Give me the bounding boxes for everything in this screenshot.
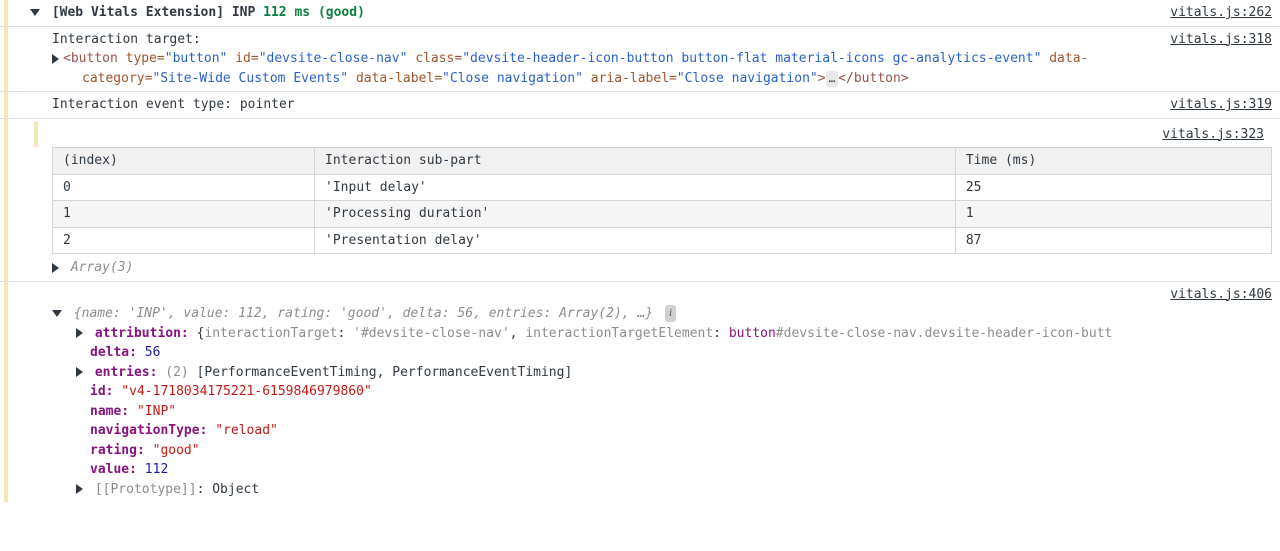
table-row: 0 'Input delay' 25: [53, 174, 1272, 201]
source-link[interactable]: vitals.js:262: [1170, 3, 1272, 23]
table-header-row: (index) Interaction sub-part Time (ms): [53, 148, 1272, 175]
console-row-table: vitals.js:323 (index) Interaction sub-pa…: [0, 119, 1280, 282]
object-summary[interactable]: {name: 'INP', value: 112, rating: 'good'…: [30, 304, 1272, 324]
expand-toggle-icon[interactable]: [52, 54, 59, 64]
table-header[interactable]: Time (ms): [955, 148, 1271, 175]
console-row-target: vitals.js:318 Interaction target: <butto…: [0, 27, 1280, 93]
expand-toggle-icon[interactable]: [52, 263, 59, 273]
expand-toggle-icon[interactable]: [76, 328, 83, 338]
source-link[interactable]: vitals.js:406: [1170, 285, 1272, 305]
log-value: 112 ms (good): [263, 5, 365, 20]
expand-toggle-icon[interactable]: [52, 310, 62, 317]
table-row: 1 'Processing duration' 1: [53, 201, 1272, 228]
object-prop-entries[interactable]: entries: (2) [PerformanceEventTiming, Pe…: [30, 363, 1272, 383]
object-prop-rating[interactable]: rating: "good": [30, 441, 1272, 461]
target-element[interactable]: <button type="button" id="devsite-close-…: [30, 49, 1272, 69]
log-title: [Web Vitals Extension] INP: [52, 5, 256, 20]
event-type-text: Interaction event type: pointer: [30, 95, 1272, 115]
target-label: Interaction target:: [30, 30, 1272, 50]
console-row-header: vitals.js:262 [Web Vitals Extension] INP…: [0, 0, 1280, 27]
target-element-line2[interactable]: category="Site-Wide Custom Events" data-…: [30, 69, 1272, 89]
object-prop-attribution[interactable]: attribution: {interactionTarget: '#devsi…: [30, 324, 1272, 344]
source-link[interactable]: vitals.js:323: [1162, 125, 1264, 145]
expand-toggle-icon[interactable]: [30, 9, 40, 16]
array-label[interactable]: Array(3): [30, 258, 1272, 278]
expand-toggle-icon[interactable]: [76, 367, 83, 377]
source-link[interactable]: vitals.js:318: [1170, 30, 1272, 50]
table-header[interactable]: Interaction sub-part: [315, 148, 956, 175]
console-row-object: vitals.js:406 {name: 'INP', value: 112, …: [0, 282, 1280, 503]
object-prop-prototype[interactable]: [[Prototype]]: Object: [30, 480, 1272, 500]
table-header[interactable]: (index): [53, 148, 315, 175]
object-prop-id[interactable]: id: "v4-1718034175221-6159846979860": [30, 382, 1272, 402]
table-row: 2 'Presentation delay' 87: [53, 227, 1272, 254]
object-prop-value[interactable]: value: 112: [30, 460, 1272, 480]
source-link[interactable]: vitals.js:319: [1170, 95, 1272, 115]
info-icon[interactable]: i: [665, 305, 676, 322]
expand-toggle-icon[interactable]: [76, 484, 83, 494]
breakdown-table: (index) Interaction sub-part Time (ms) 0…: [52, 147, 1272, 254]
console-row-eventtype: vitals.js:319 Interaction event type: po…: [0, 92, 1280, 119]
object-prop-navtype[interactable]: navigationType: "reload": [30, 421, 1272, 441]
object-prop-delta[interactable]: delta: 56: [30, 343, 1272, 363]
ellipsis-icon[interactable]: …: [826, 71, 839, 88]
object-prop-name[interactable]: name: "INP": [30, 402, 1272, 422]
